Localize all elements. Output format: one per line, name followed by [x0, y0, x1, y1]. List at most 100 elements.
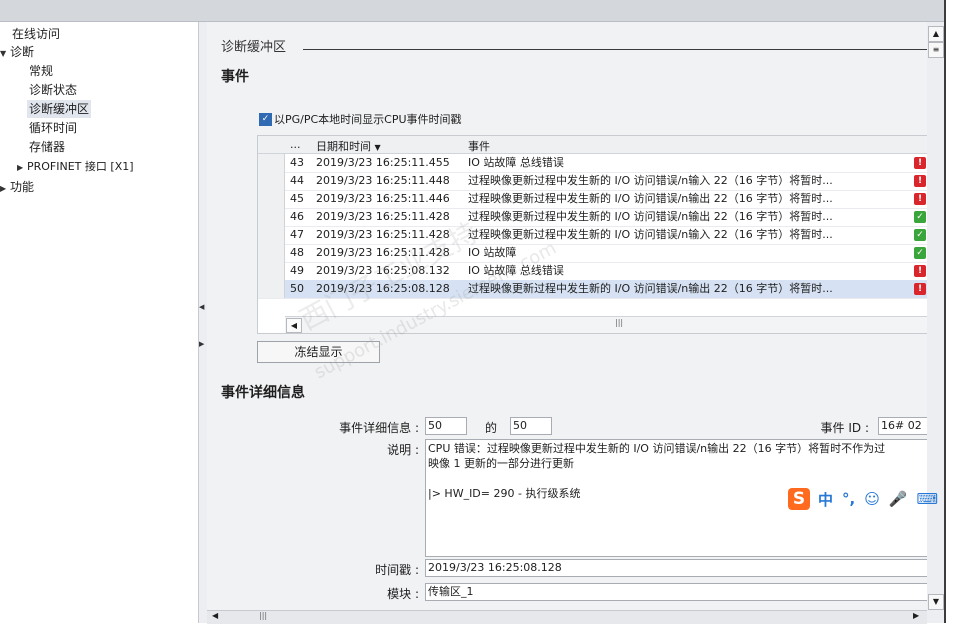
row-header[interactable]: [258, 244, 285, 262]
event-table: ... 日期和时间 ▼ 事件 43 2019/3/23 16:25:11.455 I…: [257, 135, 927, 334]
expand-triangle-icon[interactable]: ▼: [0, 45, 10, 63]
description-line: 映像 1 更新的一部分进行更新: [428, 457, 574, 470]
row-header[interactable]: [258, 154, 285, 172]
row-header[interactable]: [258, 262, 285, 280]
scroll-left-icon[interactable]: ◀: [212, 611, 218, 620]
cell-event: IO 站故障 总线错误: [468, 264, 564, 277]
event-detail-heading: 事件详细信息: [221, 385, 305, 401]
window-top-bar: [0, 0, 954, 22]
scroll-grip-icon[interactable]: |||: [615, 318, 623, 327]
local-time-checkbox[interactable]: ✓ 以PG/PC本地时间显示CPU事件时间戳: [259, 111, 462, 127]
nav-item-general[interactable]: 常规: [29, 62, 53, 80]
nav-item-diagnostic-buffer[interactable]: 诊断缓冲区: [27, 100, 92, 118]
column-header-datetime[interactable]: 日期和时间 ▼: [316, 138, 381, 154]
scroll-down-icon[interactable]: ▼: [928, 594, 944, 610]
collapse-left-icon[interactable]: ◀: [199, 303, 204, 311]
cell-event: 过程映像更新过程中发生新的 I/O 访问错误/n输入 22（16 字节）将暂时.…: [468, 228, 833, 241]
keyboard-icon[interactable]: ⌨: [917, 490, 939, 508]
nav-item-label: 在线访问: [12, 27, 61, 41]
status-error-icon: !: [914, 157, 926, 169]
expand-triangle-icon[interactable]: ▶: [0, 180, 10, 198]
cell-event: 过程映像更新过程中发生新的 I/O 访问错误/n输出 22（16 字节）将暂时.…: [468, 192, 833, 205]
cell-datetime: 2019/3/23 16:25:11.428: [316, 246, 450, 259]
cell-datetime: 2019/3/23 16:25:08.132: [316, 264, 450, 277]
nav-tree: 在线访问 ▼ 诊断 常规 诊断状态 诊断缓冲区 循环时间 存储器 ▶ PROFINE…: [0, 22, 198, 623]
table-row[interactable]: 43 2019/3/23 16:25:11.455 IO 站故障 总线错误!: [258, 154, 927, 173]
nav-item-diagnostic-status[interactable]: 诊断状态: [29, 81, 77, 99]
table-row[interactable]: 44 2019/3/23 16:25:11.448 过程映像更新过程中发生新的 I/…: [258, 172, 927, 191]
cell-datetime: 2019/3/23 16:25:11.446: [316, 192, 450, 205]
expand-right-icon[interactable]: ▶: [199, 340, 204, 348]
scroll-left-icon[interactable]: ◀: [286, 318, 302, 333]
scroll-up-icon[interactable]: ▲: [928, 26, 944, 42]
scroll-right-icon[interactable]: ▶: [913, 611, 919, 620]
module-field: 传输区_1: [425, 583, 927, 601]
section-title: 诊断缓冲区: [221, 40, 287, 55]
table-row[interactable]: 49 2019/3/23 16:25:08.132 IO 站故障 总线错误!: [258, 262, 927, 281]
timestamp-field: 2019/3/23 16:25:08.128: [425, 559, 927, 577]
column-header-event[interactable]: 事件: [468, 138, 490, 154]
nav-item-memory[interactable]: 存储器: [29, 138, 65, 156]
events-heading: 事件: [221, 69, 249, 85]
table-row[interactable]: 45 2019/3/23 16:25:11.446 过程映像更新过程中发生新的 I/…: [258, 190, 927, 209]
diagnostic-buffer-panel: 诊断缓冲区 事件 ✓ 以PG/PC本地时间显示CPU事件时间戳 ... 日期和时…: [207, 22, 927, 623]
freeze-display-button[interactable]: 冻结显示: [257, 341, 380, 363]
detail-info-label: 事件详细信息 :: [339, 421, 419, 435]
cell-number: 49: [290, 264, 304, 277]
vertical-scrollbar[interactable]: ▲ ≡ ▼: [927, 22, 944, 623]
emoji-icon[interactable]: ☺: [864, 490, 880, 508]
cell-number: 46: [290, 210, 304, 223]
status-ok-icon: ✓: [914, 229, 926, 241]
nav-item-label: 诊断缓冲区: [29, 102, 90, 116]
cell-number: 47: [290, 228, 304, 241]
cell-event: 过程映像更新过程中发生新的 I/O 访问错误/n输入 22（16 字节）将暂时.…: [468, 174, 833, 187]
microphone-icon[interactable]: 🎤: [889, 490, 908, 508]
detail-of-label: 的: [485, 421, 498, 435]
cell-number: 43: [290, 156, 304, 169]
cell-datetime: 2019/3/23 16:25:11.455: [316, 156, 450, 169]
table-header: ... 日期和时间 ▼ 事件: [258, 136, 927, 154]
nav-item-profinet[interactable]: ▶ PROFINET 接口 [X1]: [17, 158, 134, 176]
nav-item-label: 常规: [29, 64, 54, 78]
checkmark-icon[interactable]: ✓: [259, 112, 272, 126]
detail-index-field[interactable]: 50: [425, 417, 467, 435]
chinese-mode-icon[interactable]: 中: [818, 489, 833, 510]
cell-number: 44: [290, 174, 304, 187]
row-header[interactable]: [258, 172, 285, 190]
nav-item-label: 功能: [10, 180, 35, 194]
scroll-grip-icon[interactable]: |||: [259, 611, 267, 620]
table-horizontal-scrollbar[interactable]: ◀ |||: [285, 316, 927, 333]
checkbox-label: 以PG/PC本地时间显示CPU事件时间戳: [274, 113, 462, 126]
punctuation-icon[interactable]: °,: [842, 490, 855, 508]
row-header[interactable]: [258, 226, 285, 244]
timestamp-label: 时间戳 :: [375, 563, 419, 577]
menu-lines-icon[interactable]: ≡: [928, 42, 944, 58]
cell-datetime: 2019/3/23 16:25:11.448: [316, 174, 450, 187]
column-header-number[interactable]: ...: [290, 138, 301, 151]
cell-event: IO 站故障: [468, 246, 517, 259]
nav-item-online-access[interactable]: 在线访问: [12, 25, 60, 43]
nav-item-diagnostics[interactable]: ▼ 诊断: [0, 43, 34, 61]
nav-item-label: 诊断状态: [29, 83, 78, 97]
nav-item-label: PROFINET 接口 [X1]: [27, 160, 134, 173]
cell-datetime: 2019/3/23 16:25:11.428: [316, 210, 450, 223]
row-header[interactable]: [258, 190, 285, 208]
nav-item-functions[interactable]: ▶ 功能: [0, 178, 34, 196]
sogou-logo-icon[interactable]: S: [788, 488, 810, 510]
sort-desc-icon: ▼: [374, 143, 381, 152]
cell-datetime: 2019/3/23 16:25:08.128: [316, 282, 450, 295]
description-line: CPU 错误：过程映像更新过程中发生新的 I/O 访问错误/n输出 22（16 …: [428, 442, 886, 455]
table-row[interactable]: 46 2019/3/23 16:25:11.428 过程映像更新过程中发生新的 I/…: [258, 208, 927, 227]
table-row[interactable]: 50 2019/3/23 16:25:08.128 过程映像更新过程中发生新的 I/…: [258, 280, 927, 299]
row-header[interactable]: [258, 208, 285, 226]
table-row[interactable]: 47 2019/3/23 16:25:11.428 过程映像更新过程中发生新的 I/…: [258, 226, 927, 245]
bottom-horizontal-scrollbar[interactable]: ◀ ||| ▶: [207, 610, 927, 624]
row-header[interactable]: [258, 280, 285, 298]
nav-item-cycle-time[interactable]: 循环时间: [29, 119, 77, 137]
event-id-label: 事件 ID :: [820, 421, 869, 435]
status-error-icon: !: [914, 283, 926, 295]
expand-triangle-icon[interactable]: ▶: [17, 159, 27, 177]
status-error-icon: !: [914, 175, 926, 187]
table-row[interactable]: 48 2019/3/23 16:25:11.428 IO 站故障 ✓: [258, 244, 927, 263]
cell-event: 过程映像更新过程中发生新的 I/O 访问错误/n输出 22（16 字节）将暂时.…: [468, 210, 833, 223]
